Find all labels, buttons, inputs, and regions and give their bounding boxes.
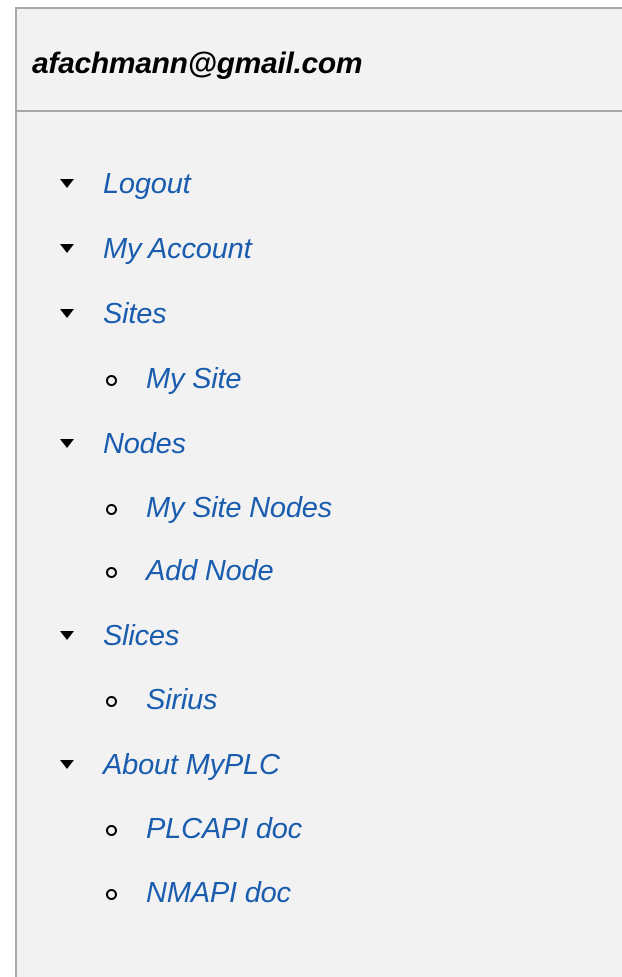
expand-triangle-icon [60,760,74,769]
user-email: afachmann@gmail.com [32,47,363,80]
expand-triangle-icon [60,244,74,253]
my-site-link[interactable]: My Site [146,359,241,399]
panel-header: afachmann@gmail.com [17,9,622,112]
circle-bullet-icon [106,504,117,515]
expand-triangle-icon [60,631,74,640]
about-myplc-link[interactable]: About MyPLC [103,745,280,785]
sirius-link[interactable]: Sirius [146,680,218,720]
add-node-link[interactable]: Add Node [146,551,274,591]
nodes-link[interactable]: Nodes [103,424,186,464]
circle-bullet-icon [106,567,117,578]
circle-bullet-icon [106,375,117,386]
circle-bullet-icon [106,889,117,900]
expand-triangle-icon [60,439,74,448]
circle-bullet-icon [106,825,117,836]
my-account-link[interactable]: My Account [103,229,252,269]
expand-triangle-icon [60,309,74,318]
nmapi-doc-link[interactable]: NMAPI doc [146,873,291,913]
slices-link[interactable]: Slices [103,616,179,656]
circle-bullet-icon [106,696,117,707]
expand-triangle-icon [60,179,74,188]
plcapi-doc-link[interactable]: PLCAPI doc [146,809,302,849]
logout-link[interactable]: Logout [103,164,191,204]
sidebar-panel: afachmann@gmail.com Logout My Account Si… [15,7,622,977]
my-site-nodes-link[interactable]: My Site Nodes [146,488,332,528]
sites-link[interactable]: Sites [103,294,167,334]
